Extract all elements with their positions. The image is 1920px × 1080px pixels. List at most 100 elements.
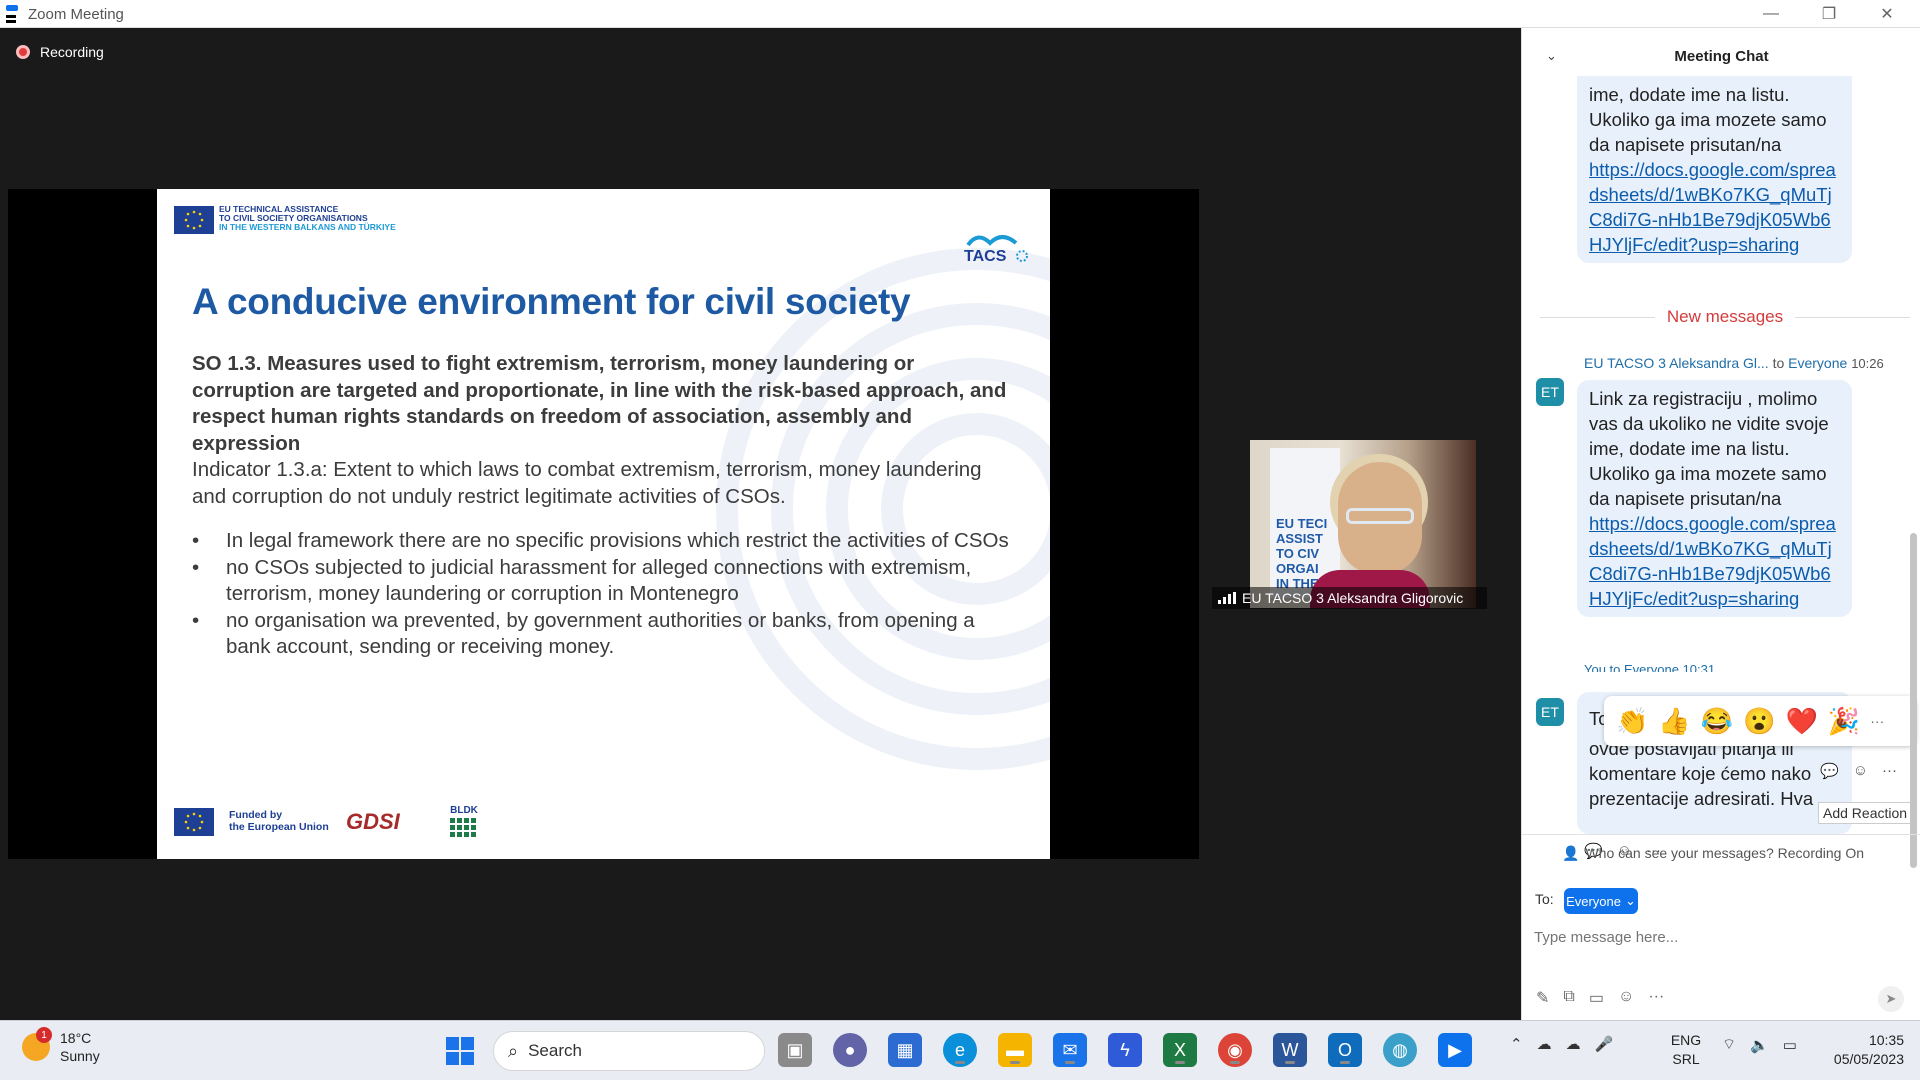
outlook-icon[interactable]: O — [1328, 1033, 1362, 1067]
system-tray-right: ⌔ 🔈 ▭ — [1722, 1035, 1797, 1054]
weather-condition: Sunny — [60, 1048, 100, 1064]
chat-link[interactable]: https://docs.google.com/spreadsheets/d/1… — [1589, 513, 1836, 609]
thumbs-up-emoji[interactable]: 👍 — [1658, 706, 1690, 737]
mail-icon[interactable]: ✉ — [1053, 1033, 1087, 1067]
windows-start-icon[interactable] — [443, 1034, 477, 1068]
emoji-icon[interactable]: ☺ — [1618, 988, 1634, 1008]
bullet-item: no organisation wa prevented, by governm… — [192, 608, 1012, 661]
indicator-text: Indicator 1.3.a: Extent to which laws to… — [192, 458, 982, 508]
clock[interactable]: 10:35 05/05/2023 — [1820, 1031, 1904, 1069]
wifi-icon[interactable]: ⌔ — [1722, 1035, 1736, 1054]
eu-flag-icon — [174, 206, 214, 234]
slide-body: SO 1.3. Measures used to fight extremism… — [192, 351, 1012, 661]
onedrive-icon[interactable]: ☁ — [1537, 1035, 1552, 1053]
laugh-emoji[interactable]: 😂 — [1701, 706, 1733, 737]
chevron-down-icon[interactable]: ⌄ — [1546, 48, 1557, 64]
restore-button[interactable]: ❐ — [1806, 0, 1852, 28]
chat-message-previous: ime, dodate ime na listu. Ukoliko ga ima… — [1577, 76, 1852, 263]
chevron-up-icon[interactable]: ⌃ — [1510, 1035, 1523, 1053]
window-title: Zoom Meeting — [28, 6, 124, 23]
zoom-taskbar-icon[interactable]: ▶ — [1438, 1033, 1472, 1067]
chat-scrollbar[interactable] — [1910, 533, 1917, 868]
battery-icon[interactable]: ▭ — [1783, 1036, 1797, 1054]
file-icon[interactable]: ▭ — [1589, 988, 1604, 1008]
sender-name[interactable]: EU TACSO 3 Aleksandra Gl... — [1584, 355, 1769, 371]
word-icon[interactable]: W — [1273, 1033, 1307, 1067]
chat-message-header: EU TACSO 3 Aleksandra Gl... to Everyone … — [1584, 355, 1884, 371]
presentation-slide: EU TECHNICAL ASSISTANCE TO CIVIL SOCIETY… — [157, 189, 1050, 859]
avatar[interactable]: ET — [1536, 698, 1564, 726]
person-lock-icon: 👤 — [1562, 845, 1580, 861]
chat-toolbar: ✎ ⧉ ▭ ☺ ··· — [1536, 988, 1664, 1008]
maps-icon[interactable]: ◍ — [1383, 1033, 1417, 1067]
chat-message: Link za registraciju , molimo vas da uko… — [1577, 380, 1852, 617]
chat-message-input[interactable] — [1534, 922, 1904, 952]
screenshot-icon[interactable]: ⧉ — [1563, 988, 1574, 1008]
format-icon[interactable]: ✎ — [1536, 988, 1549, 1008]
participant-video[interactable]: EU TECI ASSIST TO CIV ORGAI IN THE — [1250, 440, 1476, 608]
more-icon[interactable]: ··· — [1882, 762, 1897, 780]
language-indicator[interactable]: ENG SRL — [1668, 1031, 1704, 1069]
chat-privacy-notice[interactable]: 👤 Who can see your messages? Recording O… — [1562, 845, 1864, 862]
close-button[interactable]: ✕ — [1864, 0, 1910, 28]
video-person-glasses — [1346, 508, 1414, 524]
recording-icon — [16, 45, 30, 59]
microphone-icon[interactable]: 🎤 — [1595, 1035, 1614, 1053]
participant-name-label: EU TACSO 3 Aleksandra Gligorovic — [1212, 587, 1487, 609]
bullet-list: In legal framework there are no specific… — [192, 528, 1012, 661]
clap-emoji[interactable]: 👏 — [1616, 706, 1648, 737]
add-reaction-icon[interactable]: ☺ — [1853, 762, 1868, 780]
minimize-button[interactable]: — — [1748, 0, 1794, 28]
gdsi-logo: GDSI — [346, 809, 400, 834]
add-reaction-tooltip: Add Reaction — [1818, 802, 1913, 824]
chat-link[interactable]: https://docs.google.com/spreadsheets/d/1… — [1589, 159, 1836, 255]
eu-org-label: EU TECHNICAL ASSISTANCE TO CIVIL SOCIETY… — [219, 204, 396, 232]
teams-chat-icon[interactable]: ● — [833, 1033, 867, 1067]
windows-taskbar: 1 18°C Sunny ⌕ Search ▣ ● ▦ e ▬ ✉ ϟ X ◉ … — [0, 1020, 1920, 1080]
signal-strength-icon — [1218, 592, 1236, 604]
weather-temp: 18°C — [60, 1030, 92, 1046]
svg-text:TACS: TACS — [964, 248, 1007, 263]
slide-title: A conducive environment for civil societ… — [192, 281, 911, 322]
meeting-chat-panel: Meeting Chat ⌄ ime, dodate ime na listu.… — [1521, 28, 1920, 1020]
so-heading: SO 1.3. Measures used to fight extremism… — [192, 352, 1007, 455]
store-icon[interactable]: ▦ — [888, 1033, 922, 1067]
party-emoji[interactable]: 🎉 — [1828, 706, 1860, 737]
new-messages-divider: New messages — [1540, 307, 1910, 327]
zoom-app-icon — [4, 2, 20, 24]
surprised-emoji[interactable]: 😮 — [1743, 706, 1775, 737]
task-view-icon[interactable]: ▣ — [778, 1033, 812, 1067]
bldk-logo: BLDK — [444, 805, 484, 845]
cloud-sync-icon[interactable]: ☁ — [1566, 1035, 1581, 1053]
recipient-dropdown[interactable]: Everyone ⌄ — [1564, 888, 1638, 914]
chrome-icon[interactable]: ◉ — [1218, 1033, 1252, 1067]
participant-name: EU TACSO 3 Aleksandra Gligorovic — [1242, 590, 1464, 606]
avatar[interactable]: ET — [1536, 378, 1564, 406]
recording-indicator[interactable]: Recording — [16, 44, 104, 60]
reaction-picker: 👏 👍 😂 😮 ❤️ 🎉 ··· — [1604, 696, 1916, 746]
excel-icon[interactable]: X — [1163, 1033, 1197, 1067]
weather-widget[interactable]: 1 18°C Sunny — [22, 1027, 100, 1065]
file-explorer-icon[interactable]: ▬ — [998, 1033, 1032, 1067]
power-automate-icon[interactable]: ϟ — [1108, 1033, 1142, 1067]
search-icon: ⌕ — [508, 1040, 519, 1061]
funded-by-label: Funded by the European Union — [229, 809, 329, 833]
edge-icon[interactable]: e — [943, 1033, 977, 1067]
chat-message-header: You to Everyone 10:31 — [1584, 662, 1716, 672]
more-reactions-button[interactable]: ··· — [1870, 713, 1884, 729]
heart-emoji[interactable]: ❤️ — [1786, 706, 1818, 737]
system-tray: ⌃ ☁ ☁ 🎤 — [1510, 1035, 1613, 1053]
send-button[interactable]: ➤ — [1878, 986, 1904, 1012]
more-icon[interactable]: ··· — [1648, 988, 1664, 1008]
speaker-icon[interactable]: 🔈 — [1750, 1036, 1769, 1054]
message-actions-hover: 💬 ☺ ··· — [1820, 762, 1897, 780]
bullet-item: In legal framework there are no specific… — [192, 528, 1012, 555]
recipient-name[interactable]: Everyone — [1788, 355, 1847, 371]
chevron-down-icon: ⌄ — [1625, 893, 1636, 908]
reply-icon[interactable]: 💬 — [1820, 762, 1839, 780]
bullet-item: no CSOs subjected to judicial harassment… — [192, 555, 1012, 608]
divider — [1522, 834, 1920, 835]
taskbar-search[interactable]: ⌕ Search — [493, 1031, 765, 1071]
title-bar: Zoom Meeting — ❐ ✕ — [0, 0, 1920, 28]
recording-label: Recording — [40, 44, 104, 60]
